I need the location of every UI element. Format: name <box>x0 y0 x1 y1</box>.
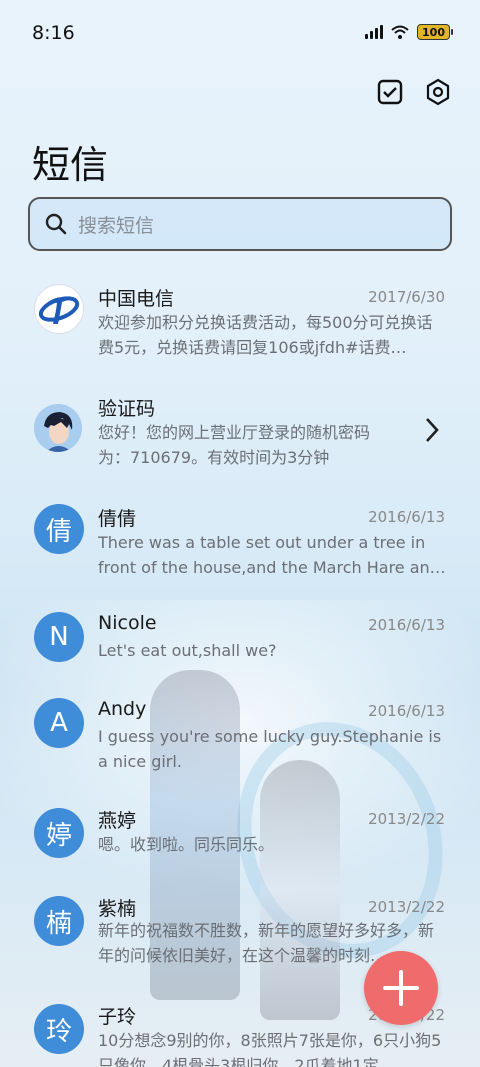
search-placeholder: 搜索短信 <box>78 214 155 237</box>
chevron-right-icon[interactable] <box>424 417 440 443</box>
status-bar: 8:16 100 <box>0 0 480 66</box>
message-sender: 燕婷 <box>98 810 137 832</box>
message-preview: I guess you're some lucky guy.Stephanie … <box>98 727 442 771</box>
wifi-icon <box>391 25 409 39</box>
status-time: 8:16 <box>32 22 75 44</box>
message-date: 2016/6/13 <box>368 702 445 720</box>
message-date: 2016/6/13 <box>368 616 445 634</box>
avatar: A <box>34 698 84 748</box>
page-title: 短信 <box>32 143 109 187</box>
message-date: 2017/6/30 <box>368 288 445 306</box>
search-input[interactable]: 搜索短信 <box>28 197 452 251</box>
message-sender: 紫楠 <box>98 898 137 920</box>
message-preview: There was a table set out under a tree i… <box>98 533 446 577</box>
message-preview: 欢迎参加积分兑换话费活动，每500分可兑换话费5元，兑换话费请回复106或jfd… <box>98 313 433 357</box>
message-preview: Let's eat out,shall we? <box>98 641 277 660</box>
message-sender: 验证码 <box>98 398 156 420</box>
message-date: 2013/2/22 <box>368 898 445 916</box>
search-icon <box>45 213 67 235</box>
message-date: 2013/2/22 <box>368 810 445 828</box>
message-date: 2016/6/13 <box>368 508 445 526</box>
message-sender: Andy <box>98 698 147 720</box>
message-preview: 嗯。收到啦。同乐同乐。 <box>98 835 275 854</box>
message-item[interactable]: 验证码 您好！您的网上营业厅登录的随机密码为：710679。有效时间为3分钟 <box>0 392 480 482</box>
message-preview: 10分想念9别的你，8张照片7张是你，6只小狗5只像你，4根骨头3根归你，2爪着… <box>98 1031 442 1067</box>
status-icons: 100 <box>365 24 453 40</box>
message-preview: 您好！您的网上营业厅登录的随机密码为：710679。有效时间为3分钟 <box>98 423 371 467</box>
avatar: N <box>34 612 84 662</box>
contact-photo <box>34 404 82 452</box>
china-telecom-logo <box>34 284 84 334</box>
message-item[interactable]: 倩 倩倩 2016/6/13 There was a table set out… <box>0 502 480 592</box>
message-sender: 倩倩 <box>98 508 137 530</box>
message-item[interactable]: 婷 燕婷 2013/2/22 嗯。收到啦。同乐同乐。 <box>0 806 480 876</box>
message-item[interactable]: A Andy 2016/6/13 I guess you're some luc… <box>0 698 480 788</box>
top-actions <box>376 78 452 106</box>
avatar: 楠 <box>34 896 84 946</box>
checkbox-icon[interactable] <box>376 78 404 106</box>
message-item[interactable]: N Nicole 2016/6/13 Let's eat out,shall w… <box>0 612 480 682</box>
message-sender: 子玲 <box>98 1006 137 1028</box>
message-sender: Nicole <box>98 612 157 634</box>
avatar: 倩 <box>34 504 84 554</box>
signal-icon <box>365 25 383 39</box>
avatar: 玲 <box>34 1004 84 1054</box>
message-item[interactable]: 中国电信 2017/6/30 欢迎参加积分兑换话费活动，每500分可兑换话费5元… <box>0 282 480 382</box>
settings-icon[interactable] <box>424 78 452 106</box>
battery-indicator: 100 <box>417 24 453 40</box>
new-message-button[interactable] <box>364 951 438 1025</box>
message-sender: 中国电信 <box>98 288 175 310</box>
avatar: 婷 <box>34 808 84 858</box>
